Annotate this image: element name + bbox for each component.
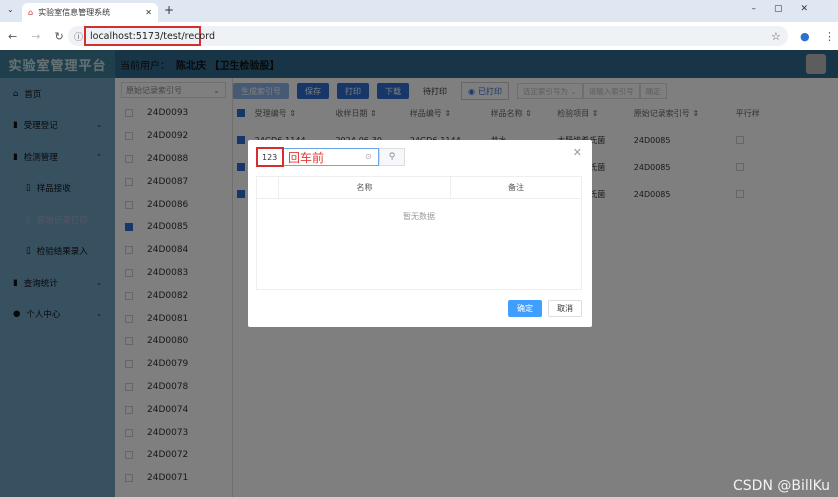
tab-title: 实验室信息管理系统 [38, 8, 111, 17]
search-button[interactable]: ⚲ [379, 148, 405, 166]
search-input-value[interactable]: 123 [256, 147, 284, 167]
bookmark-star-icon[interactable]: ☆ [771, 30, 781, 43]
annotation-label: 回车前 [288, 151, 325, 165]
browser-tab[interactable]: ⌂ 实验室信息管理系统 ✕ [22, 3, 158, 22]
col-name: 名称 [279, 177, 451, 198]
new-tab-icon[interactable]: + [164, 3, 174, 17]
select-dialog: 123 回车前 ⊙ ⚲ ✕ 名称 备注 暂无数据 确定 取消 [248, 140, 592, 327]
tab-list-icon[interactable]: ⌄ [7, 5, 14, 14]
close-icon[interactable]: ✕ [573, 146, 582, 159]
watermark: CSDN @BillKu [733, 478, 830, 494]
profile-icon[interactable]: ● [800, 30, 810, 43]
cancel-button[interactable]: 取消 [548, 300, 582, 317]
url-field[interactable]: localhost:5173/test/record [84, 26, 215, 46]
address-bar-row: ← → ↻ ⓘ localhost:5173/test/record ☆ ● ⋮ [0, 22, 838, 50]
clear-icon[interactable]: ⊙ [365, 152, 372, 161]
close-tab-icon[interactable]: ✕ [145, 8, 152, 17]
menu-icon[interactable]: ⋮ [824, 30, 835, 43]
col-note: 备注 [508, 183, 524, 192]
reload-icon[interactable]: ↻ [54, 30, 63, 43]
info-icon: ⓘ [74, 32, 84, 43]
empty-text: 暂无数据 [403, 212, 435, 221]
select-column [257, 177, 279, 198]
ok-button[interactable]: 确定 [508, 300, 542, 317]
forward-icon[interactable]: → [31, 30, 40, 43]
window-controls[interactable]: –▢✕ [751, 4, 826, 14]
back-icon[interactable]: ← [8, 30, 17, 43]
dialog-table: 名称 备注 暂无数据 [256, 176, 582, 290]
search-icon: ⚲ [388, 152, 396, 162]
browser-tab-bar: ⌄ ⌂ 实验室信息管理系统 ✕ + –▢✕ [0, 0, 838, 22]
home-icon: ⌂ [28, 8, 34, 17]
